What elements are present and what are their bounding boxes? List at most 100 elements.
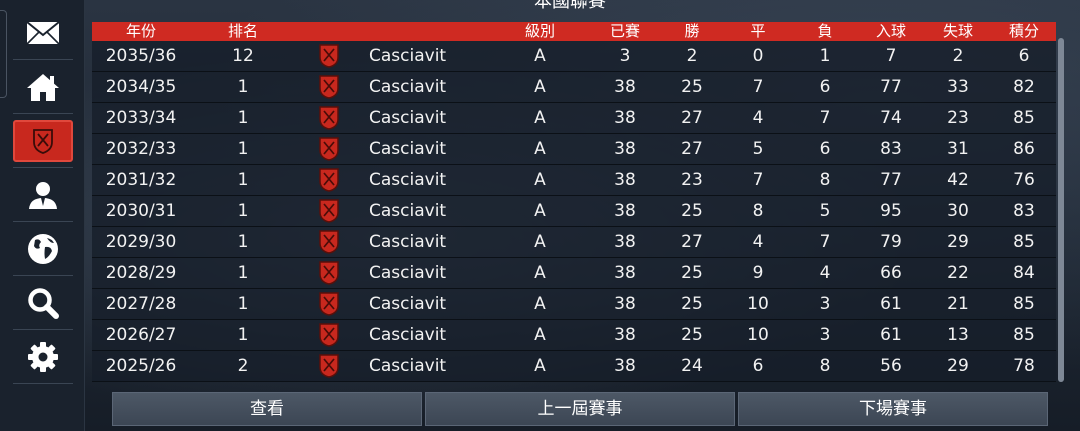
cell-lost: 6 <box>819 139 831 159</box>
sidebar-item-club[interactable] <box>13 120 73 162</box>
cell-goals-against: 2 <box>952 46 964 66</box>
cell-drawn: 7 <box>752 170 764 190</box>
cell-lost: 4 <box>819 263 831 283</box>
col-goals-against[interactable]: 失球 <box>943 22 973 41</box>
table-row[interactable]: 2033/34 1 Casciavit A 38 27 4 7 74 23 85 <box>92 103 1056 134</box>
cell-drawn: 4 <box>752 232 764 252</box>
sidebar-item-manager[interactable] <box>13 174 73 216</box>
sidebar-edge-tab[interactable] <box>0 10 7 98</box>
cell-season: 2032/33 <box>105 139 177 159</box>
cell-lost: 7 <box>819 232 831 252</box>
table-row[interactable]: 2034/35 1 Casciavit A 38 25 7 6 77 33 82 <box>92 72 1056 103</box>
sidebar-item-mail[interactable] <box>13 12 73 54</box>
cell-club: Casciavit <box>369 263 447 283</box>
league-history-table: 年份 排名 級別 已賽 勝 平 負 入球 失球 積分 2035/36 12 Casc… <box>92 22 1056 382</box>
cell-goals-for: 77 <box>880 170 902 190</box>
next-match-button[interactable]: 下場賽事 <box>738 392 1048 426</box>
club-crest-icon <box>319 75 339 99</box>
col-rank[interactable]: 排名 <box>228 22 258 41</box>
table-row[interactable]: 2029/30 1 Casciavit A 38 27 4 7 79 29 85 <box>92 227 1056 258</box>
table-row[interactable]: 2025/26 2 Casciavit A 38 24 6 8 56 29 78 <box>92 351 1056 382</box>
col-played[interactable]: 已賽 <box>610 22 640 41</box>
cell-won: 25 <box>681 201 703 221</box>
cell-division: A <box>534 77 546 97</box>
cell-season: 2031/32 <box>105 170 177 190</box>
previous-season-button[interactable]: 上一屆賽事 <box>425 392 735 426</box>
cell-points: 76 <box>1013 170 1035 190</box>
cell-goals-for: 61 <box>880 325 902 345</box>
col-goals-for[interactable]: 入球 <box>876 22 906 41</box>
cell-division: A <box>534 201 546 221</box>
col-division[interactable]: 級別 <box>525 22 555 41</box>
table-row[interactable]: 2032/33 1 Casciavit A 38 27 5 6 83 31 86 <box>92 134 1056 165</box>
cell-rank: 1 <box>237 77 249 97</box>
club-crest-icon <box>319 323 339 347</box>
cell-goals-against: 29 <box>947 232 969 252</box>
view-button[interactable]: 查看 <box>112 392 422 426</box>
col-season[interactable]: 年份 <box>126 22 156 41</box>
cell-lost: 8 <box>819 356 831 376</box>
cell-drawn: 10 <box>747 294 769 314</box>
cell-rank: 12 <box>232 46 254 66</box>
cell-rank: 1 <box>237 325 249 345</box>
cell-season: 2026/27 <box>105 325 177 345</box>
sidebar-item-home[interactable] <box>13 66 73 108</box>
cell-goals-against: 13 <box>947 325 969 345</box>
cell-rank: 2 <box>237 356 249 376</box>
col-drawn[interactable]: 平 <box>750 22 765 41</box>
cell-rank: 1 <box>237 201 249 221</box>
sidebar-divider <box>13 167 73 168</box>
mail-icon <box>26 21 60 45</box>
cell-points: 86 <box>1013 139 1035 159</box>
table-scrollbar-thumb[interactable] <box>1058 38 1064 382</box>
sidebar <box>0 0 85 431</box>
cell-goals-for: 74 <box>880 108 902 128</box>
cell-club: Casciavit <box>369 139 447 159</box>
cell-goals-for: 56 <box>880 356 902 376</box>
cell-season: 2030/31 <box>105 201 177 221</box>
sidebar-item-search[interactable] <box>13 282 73 324</box>
sidebar-divider <box>13 329 73 330</box>
cell-goals-against: 23 <box>947 108 969 128</box>
cell-points: 83 <box>1013 201 1035 221</box>
cell-lost: 3 <box>819 294 831 314</box>
cell-goals-for: 79 <box>880 232 902 252</box>
cell-rank: 1 <box>237 139 249 159</box>
table-row[interactable]: 2027/28 1 Casciavit A 38 25 10 3 61 21 85 <box>92 289 1056 320</box>
cell-season: 2029/30 <box>105 232 177 252</box>
cell-division: A <box>534 108 546 128</box>
table-row[interactable]: 2031/32 1 Casciavit A 38 23 7 8 77 42 76 <box>92 165 1056 196</box>
sidebar-item-settings[interactable] <box>13 336 73 378</box>
cell-lost: 6 <box>819 77 831 97</box>
col-lost[interactable]: 負 <box>817 22 832 41</box>
cell-played: 38 <box>614 108 636 128</box>
sidebar-item-world[interactable] <box>13 228 73 270</box>
cell-club: Casciavit <box>369 77 447 97</box>
cell-won: 27 <box>681 232 703 252</box>
table-row[interactable]: 2030/31 1 Casciavit A 38 25 8 5 95 30 83 <box>92 196 1056 227</box>
cell-won: 25 <box>681 77 703 97</box>
cell-won: 24 <box>681 356 703 376</box>
club-crest-icon <box>319 261 339 285</box>
cell-goals-against: 21 <box>947 294 969 314</box>
cell-points: 85 <box>1013 325 1035 345</box>
cell-goals-against: 42 <box>947 170 969 190</box>
search-icon <box>28 288 59 319</box>
globe-icon <box>28 234 58 264</box>
col-points[interactable]: 積分 <box>1009 22 1039 41</box>
cell-rank: 1 <box>237 108 249 128</box>
cell-lost: 7 <box>819 108 831 128</box>
cell-goals-against: 31 <box>947 139 969 159</box>
cell-season: 2035/36 <box>105 46 177 66</box>
club-crest-icon <box>33 129 53 154</box>
cell-drawn: 10 <box>747 325 769 345</box>
table-row[interactable]: 2035/36 12 Casciavit A 3 2 0 1 7 2 6 <box>92 41 1056 72</box>
cell-goals-against: 33 <box>947 77 969 97</box>
cell-goals-against: 29 <box>947 356 969 376</box>
col-won[interactable]: 勝 <box>684 22 699 41</box>
cell-club: Casciavit <box>369 232 447 252</box>
cell-won: 25 <box>681 263 703 283</box>
table-row[interactable]: 2026/27 1 Casciavit A 38 25 10 3 61 13 85 <box>92 320 1056 351</box>
table-row[interactable]: 2028/29 1 Casciavit A 38 25 9 4 66 22 84 <box>92 258 1056 289</box>
table-scrollbar[interactable] <box>1058 38 1064 382</box>
